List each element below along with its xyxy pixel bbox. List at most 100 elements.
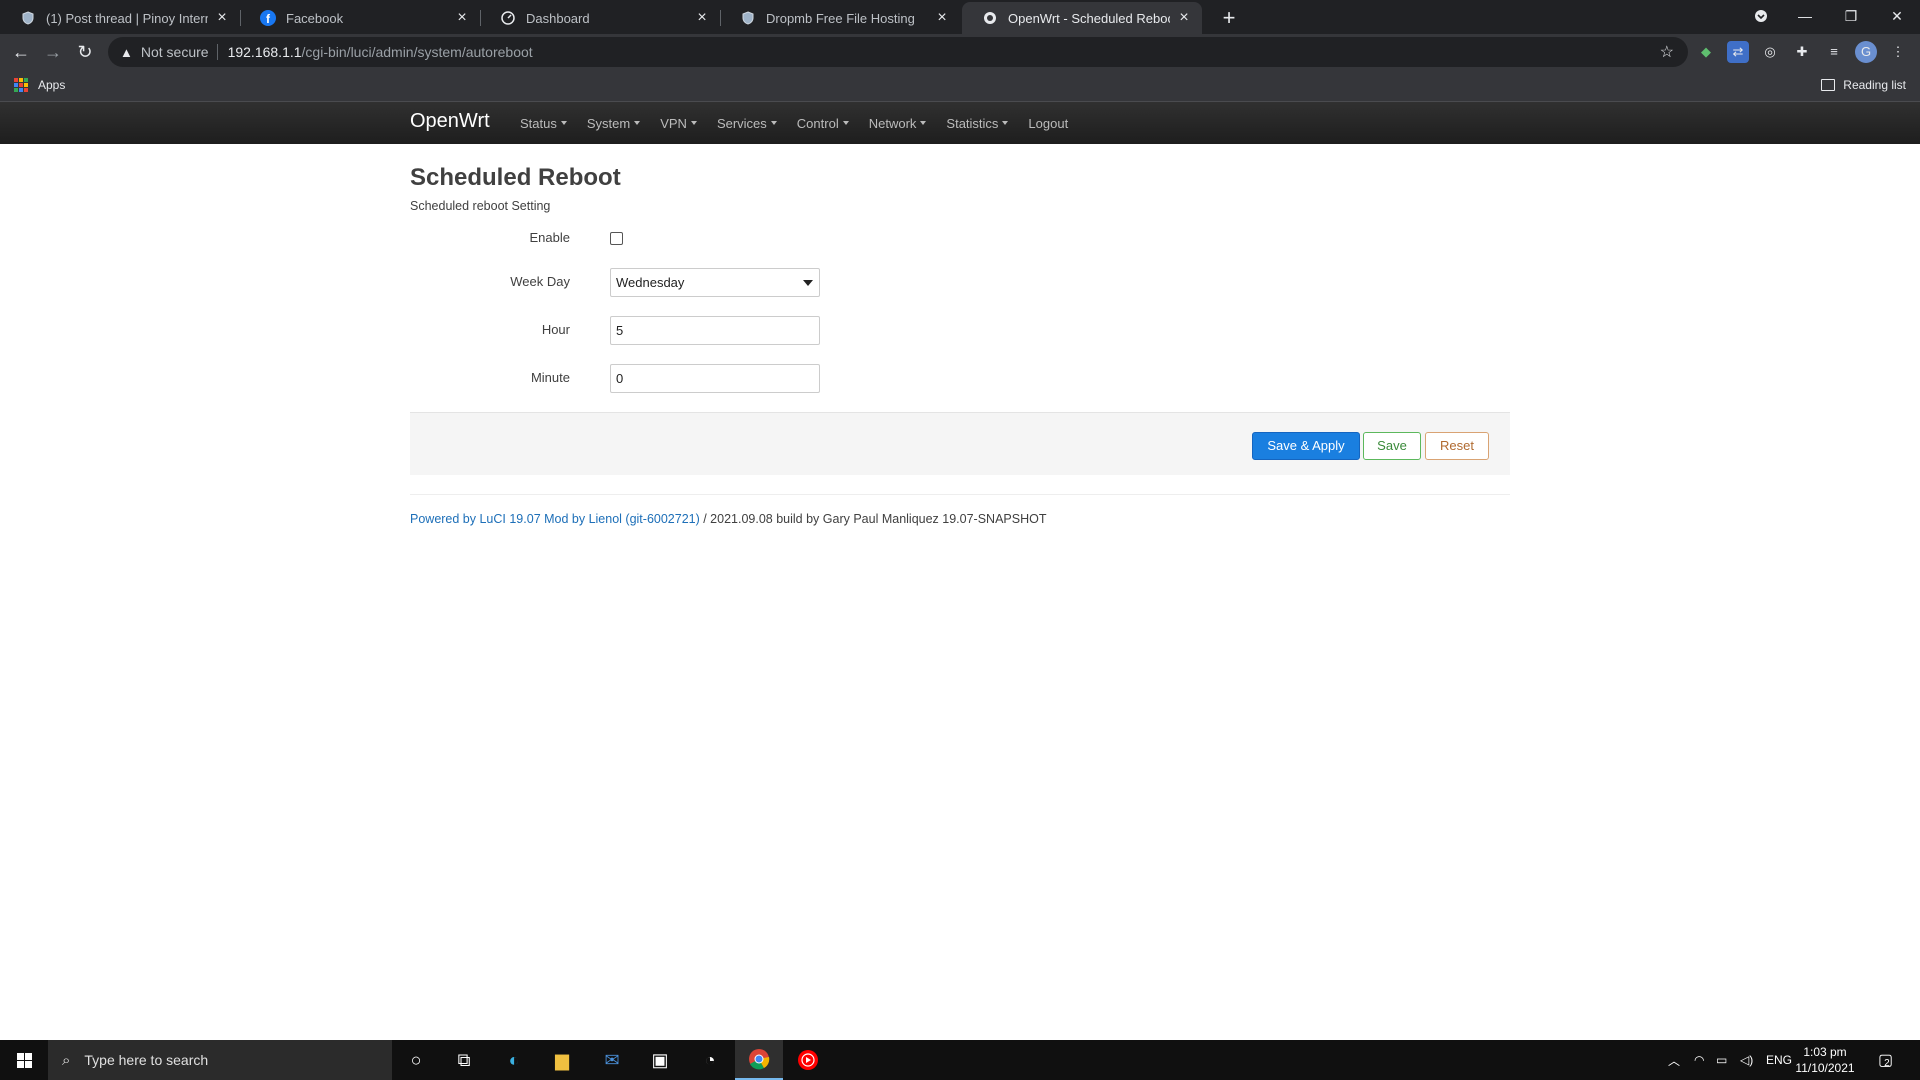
apps-shortcut[interactable]: Apps	[14, 78, 65, 92]
openwrt-header: OpenWrt Status System VPN Services Contr…	[0, 102, 1920, 144]
windows-logo-icon	[16, 1052, 32, 1068]
file-explorer-icon[interactable]: ▆	[538, 1040, 586, 1080]
apps-grid-icon	[14, 78, 28, 92]
menu-control[interactable]: Control	[797, 116, 849, 131]
menu-label: Statistics	[946, 115, 999, 131]
back-icon[interactable]: ←	[9, 40, 33, 64]
caret-down-icon	[1002, 121, 1009, 125]
menu-network[interactable]: Network	[869, 116, 927, 131]
more-menu-icon[interactable]: ⋮	[1887, 41, 1909, 63]
menu-system[interactable]: System	[587, 116, 641, 131]
powered-by-link[interactable]: Powered by LuCI 19.07 Mod by Lienol (git…	[410, 512, 700, 526]
menu-label: Control	[796, 115, 839, 131]
browser-tab[interactable]: (1) Post thread | Pinoy Internet a ×	[0, 2, 240, 34]
build-info: / 2021.09.08 build by Gary Paul Manlique…	[699, 512, 1047, 526]
clock-time: 1:03 pm	[1803, 1045, 1847, 1059]
security-label: Not secure	[140, 44, 209, 60]
minimize-icon[interactable]: —	[1782, 0, 1828, 32]
cortana-icon[interactable]: ○	[392, 1040, 440, 1080]
page-title: Scheduled Reboot	[410, 164, 621, 191]
tray-chevron-icon[interactable]: ︿	[1668, 1040, 1680, 1080]
caret-down-icon	[842, 121, 849, 125]
youtube-music-icon[interactable]	[784, 1040, 832, 1080]
caret-down-icon	[634, 121, 641, 125]
tab-search-icon[interactable]	[1738, 0, 1784, 32]
tab-close-icon[interactable]: ×	[934, 10, 950, 26]
volume-icon[interactable]: ◁)	[1740, 1040, 1753, 1080]
store-icon[interactable]: ▣	[636, 1040, 684, 1080]
mail-icon[interactable]: ✉	[588, 1040, 636, 1080]
save-apply-button[interactable]: Save & Apply	[1252, 432, 1360, 460]
notification-icon[interactable]: ▢ 2	[1878, 1040, 1893, 1080]
battery-icon[interactable]: ▭	[1716, 1040, 1727, 1080]
caret-down-icon	[770, 121, 777, 125]
start-button[interactable]	[0, 1040, 48, 1080]
media-queue-icon[interactable]: ≡	[1823, 41, 1845, 63]
tab-close-icon[interactable]: ×	[1176, 10, 1192, 26]
taskbar-clock[interactable]: 1:03 pm 11/10/2021	[1790, 1044, 1860, 1076]
browser-toolbar: ← → ↻ ▲ Not secure 192.168.1.1/cgi-bin/l…	[0, 34, 1920, 70]
enable-row: Enable	[410, 222, 1510, 254]
menu-label: VPN	[660, 115, 687, 131]
profile-avatar[interactable]: G	[1855, 41, 1877, 63]
save-button[interactable]: Save	[1363, 432, 1421, 460]
address-separator	[216, 44, 218, 60]
chrome-icon[interactable]	[735, 1040, 783, 1080]
bookmark-star-icon[interactable]: ☆	[1660, 42, 1674, 62]
translate-extension-icon[interactable]: ⇄	[1727, 41, 1749, 63]
browser-tab[interactable]: f Facebook ×	[240, 2, 480, 34]
reload-icon[interactable]: ↻	[73, 40, 97, 64]
browser-tab[interactable]: Dashboard ×	[480, 2, 720, 34]
url-host: 192.168.1.1	[227, 44, 302, 60]
facebook-favicon-icon: f	[260, 10, 276, 26]
menu-label: Services	[716, 115, 767, 131]
bookmarks-bar: Apps Reading list	[0, 70, 1920, 102]
menu-status[interactable]: Status	[520, 116, 567, 131]
search-icon: ⌕	[62, 1051, 71, 1069]
puzzle-extensions-icon[interactable]: ✚	[1791, 41, 1813, 63]
tab-close-icon[interactable]: ×	[694, 10, 710, 26]
shield-favicon-icon	[740, 10, 756, 26]
new-tab-icon[interactable]: +	[1215, 4, 1243, 32]
week-day-label: Week Day	[510, 274, 570, 289]
screenshot-extension-icon[interactable]: ◎	[1759, 41, 1781, 63]
browser-tab-active[interactable]: OpenWrt - Scheduled Reboot - L ×	[962, 2, 1202, 34]
extension-icon[interactable]: ◆	[1695, 41, 1717, 63]
edge-icon[interactable]: ◐	[490, 1040, 538, 1080]
menu-vpn[interactable]: VPN	[660, 116, 697, 131]
main-content: Scheduled Reboot Scheduled reboot Settin…	[410, 164, 1510, 526]
form-actions: Save & Apply Save Reset	[410, 412, 1510, 475]
chevron-down-icon	[803, 280, 813, 286]
minute-input[interactable]: 0	[610, 364, 820, 393]
week-day-select[interactable]: Wednesday	[610, 268, 820, 297]
taskbar-search[interactable]: ⌕ Type here to search	[48, 1040, 392, 1080]
reset-button[interactable]: Reset	[1425, 432, 1489, 460]
menu-logout[interactable]: Logout	[1028, 116, 1068, 131]
hour-row: Hour 5	[410, 314, 1510, 346]
close-window-icon[interactable]: ✕	[1874, 0, 1920, 32]
speedometer-icon[interactable]: ◔	[686, 1040, 734, 1080]
language-indicator[interactable]: ENG	[1766, 1040, 1792, 1080]
page-description: Scheduled reboot Setting	[410, 199, 551, 213]
menu-services[interactable]: Services	[717, 116, 777, 131]
hour-input[interactable]: 5	[610, 316, 820, 345]
tab-close-icon[interactable]: ×	[454, 10, 470, 26]
openwrt-brand[interactable]: OpenWrt	[410, 110, 490, 133]
address-bar[interactable]: ▲ Not secure 192.168.1.1/cgi-bin/luci/ad…	[108, 37, 1688, 67]
reading-list-button[interactable]: Reading list	[1821, 78, 1906, 92]
forward-icon[interactable]: →	[41, 40, 65, 64]
caret-down-icon	[920, 121, 927, 125]
wifi-icon[interactable]: ◠	[1694, 1040, 1704, 1080]
enable-checkbox[interactable]	[610, 232, 623, 245]
tab-close-icon[interactable]: ×	[214, 10, 230, 26]
tab-title: Dashboard	[526, 10, 590, 26]
task-view-icon[interactable]: ⧉	[440, 1040, 488, 1080]
menu-statistics[interactable]: Statistics	[946, 115, 1009, 131]
tab-title: OpenWrt - Scheduled Reboot - L	[1008, 10, 1170, 26]
enable-label: Enable	[529, 230, 570, 245]
browser-tab[interactable]: Dropmb Free File Hosting ×	[720, 2, 960, 34]
week-day-row: Week Day Wednesday	[410, 266, 1510, 298]
dashboard-favicon-icon	[500, 10, 516, 26]
menu-label: Status	[520, 115, 557, 131]
restore-icon[interactable]: ❐	[1828, 0, 1874, 32]
